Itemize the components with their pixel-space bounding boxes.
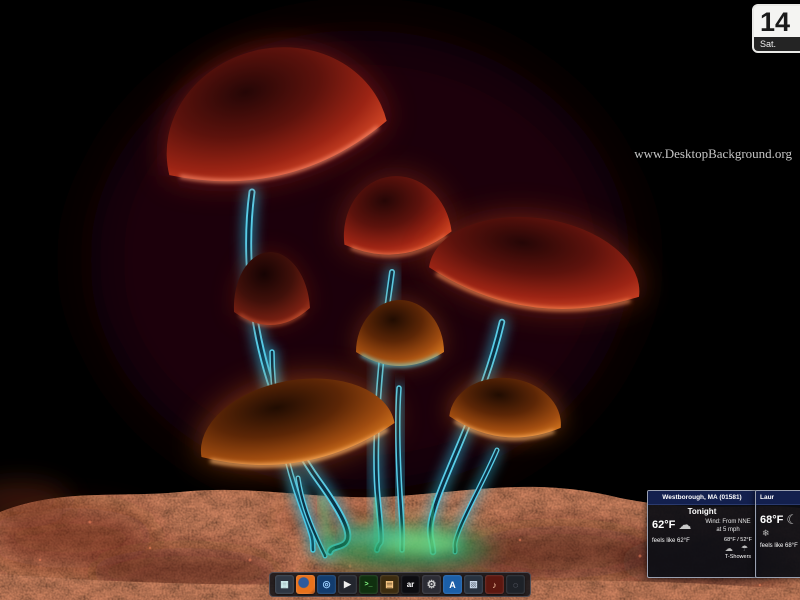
snow-mini-icon: ❄: [762, 528, 773, 538]
base-glow: [320, 526, 490, 570]
dock-icon-firefox[interactable]: [296, 575, 315, 594]
dock-icon-file-manager[interactable]: ▧: [464, 575, 483, 594]
dock-icon-settings-gear[interactable]: ⚙: [422, 575, 441, 594]
weather-forecast-condition: T-Showers: [724, 554, 752, 561]
weather-feels-like: feels like 68°F: [760, 542, 800, 550]
weather-widget-secondary[interactable]: Laur 68°F ☾ ❄ feels like 68°F: [755, 490, 800, 578]
dock-icon-media-player[interactable]: ▶: [338, 575, 357, 594]
weather-location: Westborough, MA (01581): [648, 491, 756, 505]
weather-hi-lo: 68°F / 52°F: [724, 537, 752, 544]
clock-time: 14: [754, 6, 800, 37]
cloud-icon: ☁: [678, 518, 691, 531]
dock-icon-package-manager[interactable]: ▤: [380, 575, 399, 594]
weather-temp: 68°F: [760, 514, 783, 526]
dock: ▦ ◎ ▶ >_ ▤ ar ⚙ A ▧ ♪ ◌: [269, 572, 531, 597]
weather-location: Laur: [756, 491, 800, 505]
weather-period: Tonight: [648, 507, 756, 516]
dock-icon-word-processor[interactable]: A: [443, 575, 462, 594]
weather-forecast: 68°F / 52°F ☁ ☂ T-Showers: [724, 537, 752, 561]
dock-icon-show-desktop[interactable]: ▦: [275, 575, 294, 594]
dock-icon-music-player[interactable]: ♪: [485, 575, 504, 594]
clock-day: Sat.: [754, 37, 800, 51]
dock-icon-trash[interactable]: ◌: [506, 575, 525, 594]
desktop: 14 Sat. www.DesktopBackground.org Westbo…: [0, 0, 800, 600]
dock-icon-archive-tool[interactable]: ar: [401, 575, 420, 594]
weather-wind: Wind: From NNE at 5 mph: [704, 518, 752, 534]
watermark-text: www.DesktopBackground.org: [634, 146, 792, 162]
weather-temp: 62°F: [652, 519, 675, 531]
dock-icon-web-browser[interactable]: ◎: [317, 575, 336, 594]
moon-icon: ☾: [786, 513, 798, 526]
cloud-mini-icon: ☁: [725, 544, 736, 553]
weather-widget-westborough[interactable]: Westborough, MA (01581) Tonight 62°F ☁ W…: [647, 490, 757, 578]
weather-feels-like: feels like 62°F: [652, 537, 694, 561]
clock-widget[interactable]: 14 Sat.: [752, 4, 800, 53]
rain-mini-icon: ☂: [741, 544, 751, 553]
dock-icon-terminal[interactable]: >_: [359, 575, 378, 594]
